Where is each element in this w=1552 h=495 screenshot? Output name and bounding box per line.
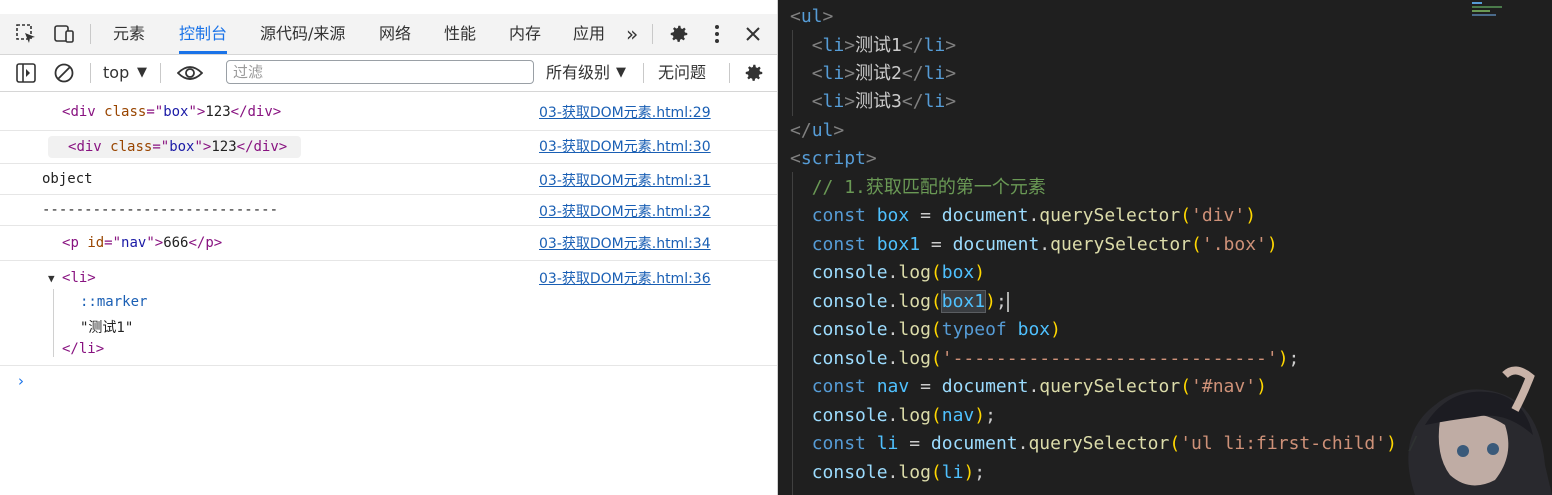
code-line[interactable]: const nav = document.querySelector('#nav… [790, 373, 1267, 401]
element-node[interactable]: <li> [62, 270, 96, 286]
chevron-down-icon[interactable]: ▼ [616, 55, 626, 91]
expand-triangle-icon[interactable]: ▼ [48, 272, 55, 285]
code-line[interactable]: console.log(box1); [790, 288, 1009, 316]
code-line[interactable]: console.log(nav); [790, 402, 996, 430]
tabbar-divider [652, 24, 653, 44]
tab-application[interactable]: 应用 [573, 14, 605, 54]
text-cursor [1006, 292, 1009, 312]
code-line[interactable]: <script> [790, 145, 877, 173]
close-icon[interactable] [741, 22, 765, 46]
source-link[interactable]: 03-获取DOM元素.html:31 [539, 170, 711, 190]
context-selector[interactable]: top [103, 55, 129, 91]
filter-input[interactable] [226, 60, 534, 84]
tabbar-divider [90, 24, 91, 44]
code-line[interactable]: console.log(typeof box) [790, 316, 1061, 344]
device-toolbar-icon[interactable] [52, 22, 76, 46]
tree-guide [53, 289, 54, 357]
source-link[interactable]: 03-获取DOM元素.html:34 [539, 233, 711, 253]
log-text: object [42, 171, 93, 187]
devtools-tabbar: 元素 控制台 源代码/来源 网络 性能 内存 应用 » [0, 14, 777, 55]
tab-performance[interactable]: 性能 [444, 14, 476, 54]
console-message[interactable]: <div class="box">123</div> 03-获取DOM元素.ht… [0, 92, 777, 131]
inspect-element-icon[interactable] [14, 22, 38, 46]
clear-console-icon[interactable] [52, 61, 76, 85]
gear-icon[interactable] [667, 22, 691, 46]
marker-pseudo[interactable]: ::marker [80, 294, 147, 310]
sidebar-toggle-icon[interactable] [14, 61, 38, 85]
source-link[interactable]: 03-获取DOM元素.html:32 [539, 201, 711, 221]
code-line[interactable]: </ul> [790, 117, 844, 145]
code-line[interactable]: console.log('---------------------------… [790, 345, 1300, 373]
code-line[interactable]: <li>测试1</li> [790, 32, 956, 60]
chevron-down-icon[interactable]: ▼ [137, 55, 147, 91]
element-node[interactable]: <p id="nav">666</p> [62, 235, 222, 251]
minimap[interactable] [1468, 0, 1552, 20]
issues-button[interactable]: 无问题 [658, 55, 706, 91]
log-text: ---------------------------- [42, 202, 279, 218]
tab-console[interactable]: 控制台 [179, 14, 228, 54]
toolbar-divider [160, 63, 161, 83]
more-tabs-icon[interactable]: » [626, 14, 638, 54]
console-message[interactable]: <p id="nav">666</p> 03-获取DOM元素.html:34 [0, 226, 777, 261]
code-line[interactable]: const box1 = document.querySelector('.bo… [790, 231, 1278, 259]
element-closing-tag: </li> [62, 341, 105, 357]
code-line[interactable]: console.log(box) [790, 259, 985, 287]
console-message: object 03-获取DOM元素.html:31 [0, 164, 777, 195]
code-line[interactable]: // 1.获取匹配的第一个元素 [790, 174, 1046, 202]
tab-network[interactable]: 网络 [379, 14, 411, 54]
code-line[interactable]: console.log(li); [790, 459, 985, 487]
console-toolbar: top ▼ 所有级别 ▼ 无问题 [0, 55, 777, 92]
console-settings-gear-icon[interactable] [742, 61, 766, 85]
text-node[interactable]: "测试1" [80, 317, 133, 337]
devtools-panel: 元素 控制台 源代码/来源 网络 性能 内存 应用 » top ▼ 过滤 所有级… [0, 0, 778, 495]
element-node[interactable]: <div class="box">123</div> [62, 104, 281, 120]
eye-icon[interactable] [176, 61, 204, 85]
console-message[interactable]: ▼ <li> ::marker "测试1" </li> 03-获取DOM元素.h… [0, 261, 777, 366]
element-node[interactable]: <div class="box">123</div> [48, 136, 302, 158]
source-link[interactable]: 03-获取DOM元素.html:29 [539, 102, 711, 122]
toolbar-divider [90, 63, 91, 83]
more-options-icon[interactable] [705, 22, 729, 46]
log-levels-dropdown[interactable]: 所有级别 [546, 55, 610, 91]
tab-elements[interactable]: 元素 [113, 14, 145, 54]
toolbar-divider [643, 63, 644, 83]
source-link[interactable]: 03-获取DOM元素.html:36 [539, 268, 711, 288]
anime-avatar-overlay [1408, 366, 1552, 495]
console-message[interactable]: <div class="box">123</div> 03-获取DOM元素.ht… [0, 131, 777, 164]
console-message: ---------------------------- 03-获取DOM元素.… [0, 195, 777, 226]
code-line[interactable]: <li>测试3</li> [790, 88, 956, 116]
code-line[interactable]: <li>测试2</li> [790, 60, 956, 88]
toolbar-divider [729, 63, 730, 83]
code-line[interactable]: const li = document.querySelector('ul li… [790, 430, 1419, 458]
tab-sources[interactable]: 源代码/来源 [260, 14, 345, 54]
code-line[interactable]: const box = document.querySelector('div'… [790, 202, 1256, 230]
tab-memory[interactable]: 内存 [509, 14, 541, 54]
source-link[interactable]: 03-获取DOM元素.html:30 [539, 136, 711, 156]
code-line[interactable]: <ul> [790, 3, 833, 31]
console-prompt[interactable]: › [18, 372, 24, 390]
